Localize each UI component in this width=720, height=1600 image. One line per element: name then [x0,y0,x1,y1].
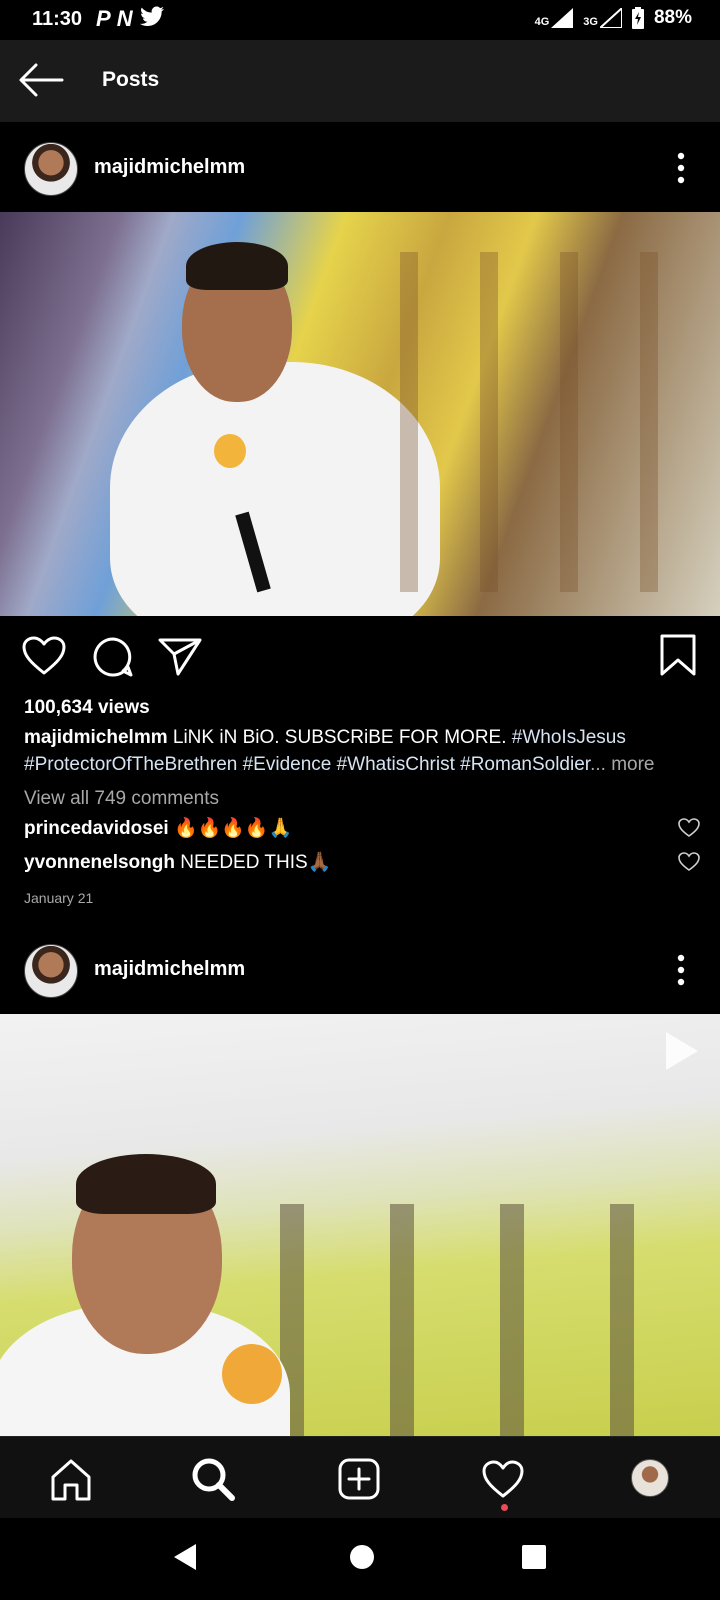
new-post-icon[interactable] [337,1457,381,1501]
more-options-icon[interactable] [676,152,686,184]
comment-row: princedavidosei 🔥🔥🔥🔥🙏 [24,815,700,845]
status-time: 11:30 [32,8,83,30]
person-hair [186,242,288,290]
post-actions [0,616,720,696]
page-title: Posts [102,68,160,91]
system-recents-icon[interactable] [521,1542,547,1572]
post-caption: majidmichelmm LiNK iN BiO. SUBSCRiBE FOR… [24,724,700,778]
notification-dot [501,1504,508,1511]
person-hair [76,1154,216,1214]
status-right: 4G 3G 88% [535,7,692,29]
post-username[interactable]: majidmichelmm [94,958,245,981]
post-date: January 21 [24,890,94,906]
sign-banner [280,1204,720,1436]
comment-like-icon[interactable] [678,818,700,838]
like-heart-icon[interactable] [22,636,66,676]
microphone [222,1344,282,1404]
sign-banner [400,252,720,592]
search-icon[interactable] [191,1457,235,1501]
status-bar: 11:30 P N 4G 3G 88% [0,0,720,40]
caption-text: LiNK iN BiO. SUBSCRiBE FOR MORE. [172,727,507,748]
network-3g-icon: 3G [583,8,622,28]
hashtags-line[interactable]: #ProtectorOfTheBrethren #Evidence #Whati… [24,754,590,775]
system-navigation-bar [0,1518,720,1600]
video-play-icon[interactable] [664,1030,700,1072]
view-count: 100,634 views [24,697,150,718]
twitter-icon [139,6,164,26]
home-icon[interactable] [49,1457,93,1501]
post-video[interactable] [0,1014,720,1436]
notification-n-icon: N [116,6,133,31]
comment-icon[interactable] [92,636,134,678]
profile-avatar[interactable] [631,1459,669,1497]
comment-text: NEEDED THIS🙏🏾 [180,852,332,873]
comment-username[interactable]: princedavidosei [24,818,169,839]
more-options-icon[interactable] [676,954,686,986]
comment-text: 🔥🔥🔥🔥🙏 [173,818,293,839]
share-send-icon[interactable] [158,636,202,676]
notification-icons: P N [96,6,165,32]
system-back-icon[interactable] [172,1542,198,1572]
microphone [214,434,246,468]
view-all-comments-link[interactable]: View all 749 comments [24,785,700,812]
person-image [110,362,440,616]
battery-level: 88% [653,7,692,28]
post-header: majidmichelmm [0,124,720,212]
post-video[interactable] [0,212,720,616]
comment-username[interactable]: yvonnenelsongh [24,852,175,873]
caption-ellipsis: ... [590,754,606,775]
avatar[interactable] [24,944,78,998]
network-4g-icon: 4G [535,8,574,28]
activity-heart-icon[interactable] [481,1457,525,1501]
battery-icon [631,7,644,29]
post-header: majidmichelmm [0,926,720,1014]
caption-username[interactable]: majidmichelmm [24,727,168,748]
top-bar: Posts [0,40,720,122]
notification-p-icon: P [96,6,111,31]
bookmark-icon[interactable] [660,634,696,676]
hashtag-link[interactable]: #WhoIsJesus [512,727,626,748]
post-username[interactable]: majidmichelmm [94,156,245,179]
bottom-navigation [0,1436,720,1519]
avatar[interactable] [24,142,78,196]
system-home-icon[interactable] [349,1542,375,1572]
comment-like-icon[interactable] [678,852,700,872]
back-arrow-icon[interactable] [18,62,64,98]
comment-row: yvonnenelsongh NEEDED THIS🙏🏾 [24,849,700,879]
caption-more-link[interactable]: more [611,754,654,775]
